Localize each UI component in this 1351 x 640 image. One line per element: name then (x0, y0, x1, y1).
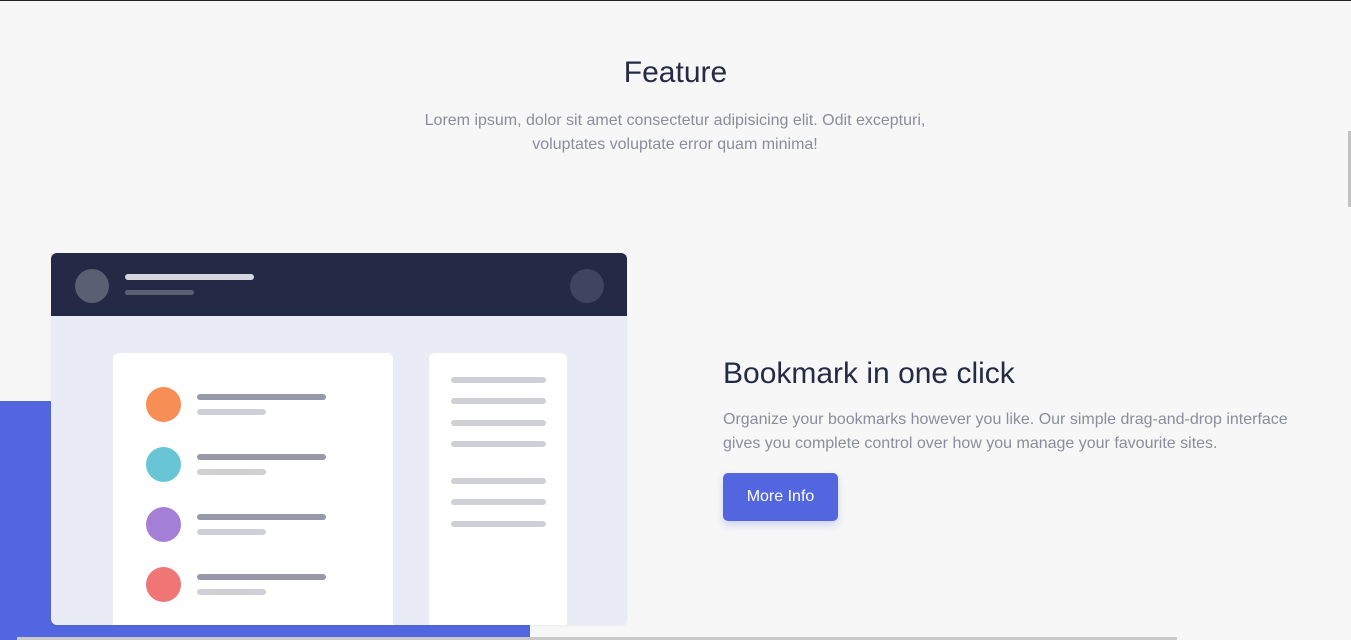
side-panel-line (451, 420, 546, 426)
side-panel-line (451, 478, 546, 484)
side-panel-line (451, 441, 546, 447)
illustration-header-subline (125, 290, 194, 295)
page: Feature Lorem ipsum, dolor sit amet cons… (0, 0, 1351, 640)
bookmark-list-line (197, 514, 326, 520)
bookmark-list-dot (146, 507, 181, 542)
feature-description: Organize your bookmarks however you like… (723, 411, 1288, 452)
section-description: Lorem ipsum, dolor sit amet consectetur … (424, 112, 926, 153)
side-panel-line (451, 398, 546, 404)
bookmark-list-subline (197, 529, 266, 535)
more-info-button[interactable]: More Info (723, 473, 838, 521)
side-panel-line (451, 521, 546, 527)
side-panel-line (451, 499, 546, 505)
illustration-header (51, 253, 627, 316)
illustration-avatar (75, 269, 109, 303)
bookmark-list-dot (146, 567, 181, 602)
illustration-avatar-right (570, 269, 604, 303)
section-title: Feature (623, 56, 728, 89)
side-panel-line (451, 377, 546, 383)
illustration-side-panel (429, 353, 567, 625)
bookmark-list-subline (197, 589, 266, 595)
bookmark-list-line (197, 574, 326, 580)
bookmark-list-line (197, 394, 326, 400)
bookmark-illustration (51, 253, 627, 625)
bookmark-list-subline (197, 469, 266, 475)
feature-title: Bookmark in one click (723, 357, 1015, 390)
illustration-bookmark-list (113, 353, 393, 625)
bookmark-list-line (197, 454, 326, 460)
bookmark-list-dot (146, 447, 181, 482)
illustration-header-line (125, 274, 254, 280)
bookmark-list-dot (146, 387, 181, 422)
bookmark-list-subline (197, 409, 266, 415)
